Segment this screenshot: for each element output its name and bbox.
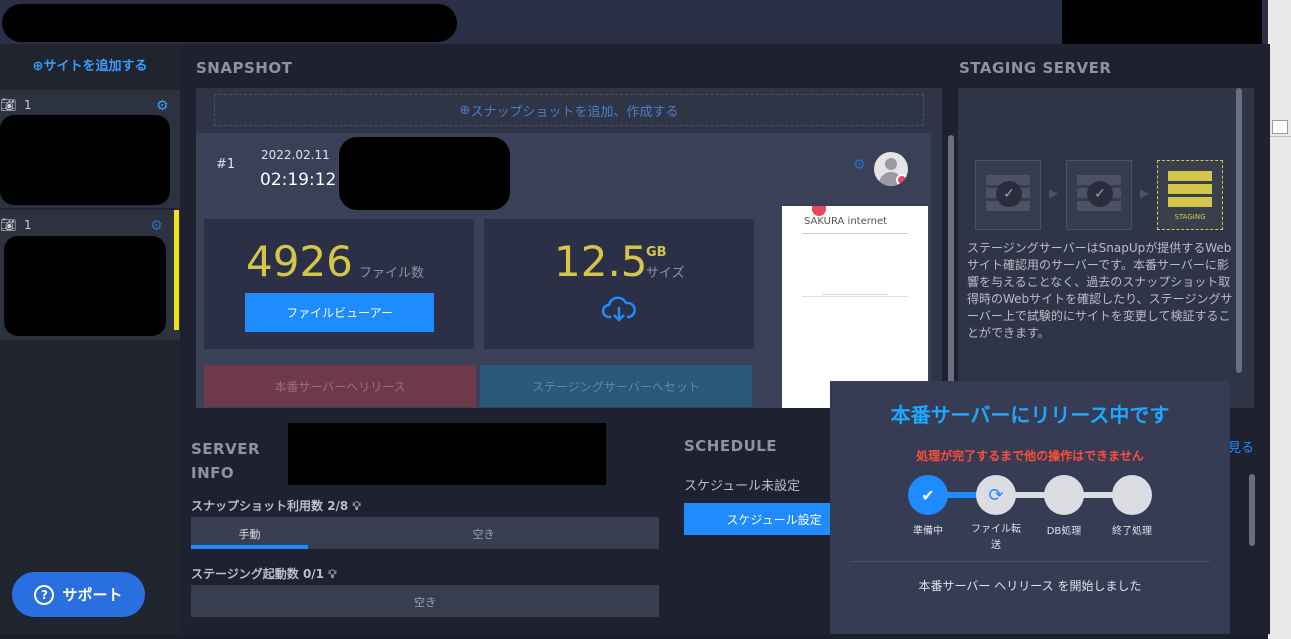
modal-status-message: 本番サーバー ヘリリース を開始しました bbox=[918, 579, 1142, 593]
help-icon: ? bbox=[34, 584, 55, 605]
empty-label: 空き bbox=[472, 528, 495, 541]
main-scrollbar[interactable] bbox=[1249, 474, 1255, 546]
snapshot-time: 02:19:12 bbox=[260, 170, 337, 190]
staging-usage-bar: 空き bbox=[191, 585, 659, 617]
plus-circle-icon: ⊕ bbox=[32, 59, 44, 74]
arrow-right-icon: ▶ bbox=[1140, 186, 1150, 200]
size-value: 12.5 bbox=[554, 237, 648, 286]
staging-server-icon: STAGING bbox=[1157, 160, 1223, 230]
step-label: 終了処理 bbox=[1112, 526, 1152, 537]
production-server-icon: ✓ bbox=[975, 160, 1041, 230]
schedule-title: SCHEDULE bbox=[684, 437, 778, 455]
arrow-right-icon: ▶ bbox=[1049, 186, 1059, 200]
staging-empty-label: 空き bbox=[414, 596, 436, 609]
lightbulb-icon[interactable]: 💡︎ bbox=[352, 499, 360, 513]
redacted-site bbox=[0, 115, 170, 205]
staging-scrollbar[interactable] bbox=[1236, 88, 1242, 373]
gear-icon[interactable]: ⚙ bbox=[156, 98, 169, 114]
step-pending-circle bbox=[1112, 475, 1152, 515]
step-pending-circle bbox=[1044, 475, 1084, 515]
plus-circle-icon: ⊕ bbox=[459, 102, 471, 118]
file-viewer-button[interactable]: ファイルビューアー bbox=[245, 293, 434, 332]
step-label: 準備中 bbox=[913, 526, 943, 537]
set-to-staging-button[interactable]: ステージングサーバーへセット bbox=[480, 365, 752, 407]
camera-icon: 📷︎ bbox=[0, 98, 17, 113]
avatar bbox=[874, 152, 908, 186]
modal-warning: 処理が完了するまで他の操作はできません bbox=[916, 449, 1144, 463]
camera-icon: 📷︎ bbox=[0, 218, 17, 233]
add-snapshot-button[interactable]: ⊕ スナップショットを追加、作成する bbox=[214, 94, 924, 126]
release-to-production-button[interactable]: 本番サーバーへリリース bbox=[204, 365, 476, 407]
selected-indicator bbox=[174, 210, 179, 330]
manual-label: 手動 bbox=[238, 528, 261, 541]
snapshot-count: 1 bbox=[24, 218, 32, 232]
staging-server-label: STAGING bbox=[1174, 213, 1206, 221]
redacted-title bbox=[2, 4, 457, 42]
snapshot-date: 2022.02.11 bbox=[261, 148, 330, 162]
snapshot-number: #1 bbox=[216, 157, 236, 172]
check-icon: ✓ bbox=[1087, 181, 1113, 207]
staging-title: STAGING SERVER bbox=[959, 59, 1112, 77]
size-label: サイズ bbox=[646, 266, 685, 281]
download-cloud-icon[interactable] bbox=[601, 295, 636, 327]
redacted-site bbox=[4, 236, 166, 336]
step-label: ファイル転送 bbox=[971, 524, 1021, 551]
snapshot-usage: スナップショット利用数 2/8 💡︎ bbox=[191, 499, 361, 513]
staging-description: ステージングサーバーはSnapUpが提供するWebサイト確認用のサーバーです。本… bbox=[967, 241, 1233, 340]
site-preview-thumbnail[interactable]: SAKURA internet bbox=[782, 206, 928, 408]
size-unit: GB bbox=[646, 245, 667, 260]
gear-icon[interactable]: ⚙ bbox=[853, 157, 866, 173]
background-window bbox=[1268, 0, 1291, 639]
gear-icon[interactable]: ⚙ bbox=[150, 218, 163, 234]
step-sync-icon: ⟳ bbox=[976, 475, 1016, 515]
snapshot-count: 1 bbox=[24, 98, 32, 112]
support-button[interactable]: ? サポート bbox=[12, 572, 145, 617]
step-label: DB処理 bbox=[1046, 526, 1082, 537]
snapshot-usage-bar: 手動 空き bbox=[191, 517, 659, 549]
file-count-label: ファイル数 bbox=[359, 266, 425, 281]
redacted-server-name bbox=[288, 423, 606, 485]
step-check-icon: ✔ bbox=[908, 475, 948, 515]
see-more-link[interactable]: 見る bbox=[1228, 437, 1254, 456]
redacted-note bbox=[339, 137, 510, 210]
check-icon: ✓ bbox=[996, 181, 1022, 207]
manual-usage-fill bbox=[191, 545, 308, 549]
file-count-value: 4926 bbox=[246, 237, 353, 286]
staging-usage: ステージング起動数 0/1 💡︎ bbox=[191, 567, 337, 581]
add-site-button[interactable]: ⊕サイトを追加する bbox=[0, 55, 180, 74]
modal-divider bbox=[850, 561, 1210, 562]
preview-brand: SAKURA internet bbox=[804, 216, 888, 227]
lightbulb-icon[interactable]: 💡︎ bbox=[328, 567, 336, 581]
site-card[interactable]: 📷︎ 1 ⚙ bbox=[0, 210, 180, 340]
modal-title: 本番サーバーにリリース中です bbox=[890, 403, 1170, 427]
site-card[interactable]: 📷︎ 1 ⚙ bbox=[0, 90, 180, 208]
snapshot-scrollbar[interactable] bbox=[948, 135, 954, 405]
server-info-title: SERVER INFO bbox=[191, 440, 261, 482]
schedule-status: スケジュール未設定 bbox=[684, 479, 801, 494]
snapshot-title: SNAPSHOT bbox=[196, 59, 293, 77]
snapshot-server-icon: ✓ bbox=[1066, 160, 1132, 230]
